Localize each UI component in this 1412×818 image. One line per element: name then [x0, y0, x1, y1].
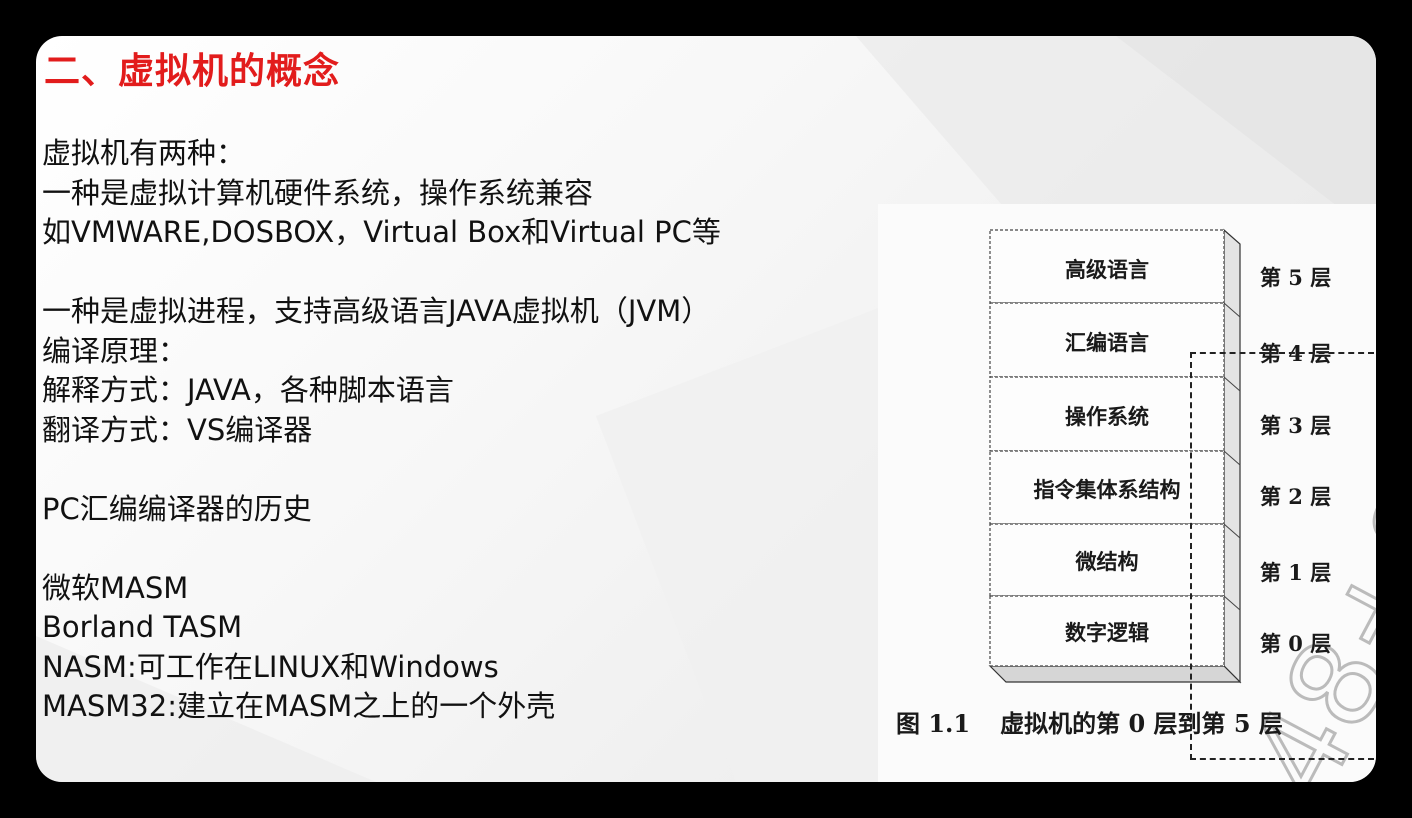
slide-title: 二、虚拟机的概念	[44, 50, 341, 92]
text-line: 编译原理：	[42, 333, 188, 368]
text-line: Borland TASM	[42, 610, 243, 644]
text-line: 一种是虚拟进程，支持高级语言JAVA虚拟机（JVM）	[42, 294, 711, 328]
text-line: 解释方式：JAVA，各种脚本语言	[42, 373, 454, 407]
text-line: 一种是虚拟计算机硬件系统，操作系统兼容	[42, 175, 594, 210]
selection-box[interactable]	[1190, 352, 1374, 760]
layer-label: 数字逻辑	[1065, 620, 1149, 645]
text-line: NASM:可工作在LINUX和Windows	[42, 649, 499, 684]
layer-label: 指令集体系结构	[1033, 477, 1181, 502]
caption-number: 图 1.1	[896, 709, 971, 738]
text-line	[42, 253, 721, 293]
layer-label: 微结构	[1075, 549, 1139, 574]
text-line: 翻译方式：VS编译器	[42, 412, 313, 447]
layer-label: 操作系统	[1065, 404, 1149, 429]
layer-label: 汇编语言	[1065, 330, 1149, 355]
text-line: 虚拟机有两种：	[42, 136, 246, 170]
slide: 二、虚拟机的概念 虚拟机有两种： 一种是虚拟计算机硬件系统，操作系统兼容 如VM…	[36, 36, 1376, 782]
layer-label: 高级语言	[1065, 257, 1149, 282]
text-line	[42, 529, 721, 569]
text-line	[42, 450, 721, 490]
text-line: 微软MASM	[42, 570, 189, 605]
text-line: PC汇编编译器的历史	[42, 491, 312, 526]
text-line: MASM32:建立在MASM之上的一个外壳	[42, 689, 556, 723]
text-line: 如VMWARE,DOSBOX，Virtual Box和Virtual PC等	[42, 215, 721, 249]
layer-level: 第 5 层	[1260, 265, 1332, 290]
body-text: 虚拟机有两种： 一种是虚拟计算机硬件系统，操作系统兼容 如VMWARE,DOSB…	[42, 134, 721, 727]
